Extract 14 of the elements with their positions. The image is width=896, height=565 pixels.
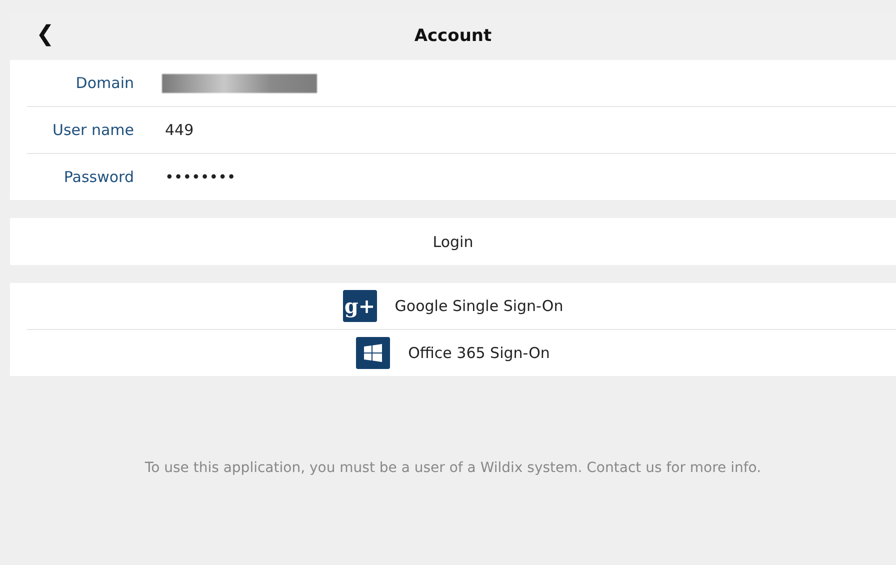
redacted-value[interactable] [162,74,317,92]
field-label: Password [62,168,134,186]
sign-on-button[interactable]: Office 365 Sign-On [27,329,896,376]
back-button[interactable]: ❮ [36,22,54,47]
field-label: Domain [74,74,134,92]
login-button[interactable]: Login [10,218,896,265]
google-plus-logo: g+ [342,290,377,322]
field-value[interactable]: 449 [165,121,194,139]
footer-note: To use this application, you must be a user of a Wildix system. Contact us for more info. [144,460,762,476]
field-value[interactable]: •••••••• [165,168,236,186]
sign-on-button[interactable]: g+ Google Single Sign-On [27,283,896,329]
windows-logo-icon [356,337,390,369]
field-label: User name [52,121,134,139]
page-title: Account [414,26,492,46]
